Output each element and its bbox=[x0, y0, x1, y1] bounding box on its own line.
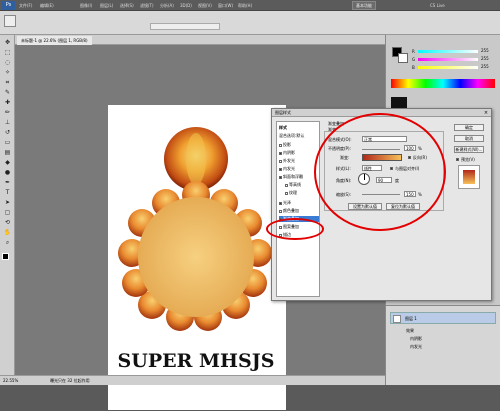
tools-panel: ✥ ⬚ ◌ ✧ ⌗ ✎ ✚ ✏ ⊥ ↺ ▭ ▤ ◆ ● ✒ T ➤ ▢ ⟲ ✋ … bbox=[0, 35, 15, 375]
checkbox[interactable] bbox=[279, 175, 282, 179]
zoom-level[interactable]: 22.55% bbox=[3, 378, 18, 383]
checkbox[interactable] bbox=[279, 159, 282, 163]
blue-value[interactable]: 255 bbox=[481, 64, 489, 69]
document-canvas[interactable]: SUPER MHSJS bbox=[108, 105, 286, 410]
cs-live-button[interactable]: CS Live bbox=[430, 1, 445, 10]
lasso-tool-icon[interactable]: ◌ bbox=[3, 59, 12, 67]
flower-shape bbox=[118, 181, 272, 331]
menu-edit[interactable]: 编辑(E) bbox=[40, 1, 54, 10]
gradient-tool-icon[interactable]: ▤ bbox=[3, 149, 12, 157]
menu-window[interactable]: 窗口(W) bbox=[218, 1, 233, 10]
status-bar: 22.55% 曝光只在 32 位起作用 bbox=[0, 375, 385, 385]
crop-tool-icon[interactable]: ⌗ bbox=[3, 79, 12, 87]
workspace-button[interactable]: 基本功能 bbox=[352, 1, 376, 10]
status-text: 曝光只在 32 位起作用 bbox=[50, 378, 90, 383]
canvas-artwork: SUPER MHSJS bbox=[118, 127, 275, 372]
hand-tool-icon[interactable]: ✋ bbox=[3, 229, 12, 237]
style-item-inner-glow[interactable]: 内发光 bbox=[279, 166, 319, 172]
3d-rotate-icon[interactable]: ⟲ bbox=[3, 219, 12, 227]
styles-header[interactable]: 样式 bbox=[279, 125, 319, 131]
foreground-color-swatch[interactable] bbox=[2, 253, 9, 260]
style-item-drop-shadow[interactable]: 投影 bbox=[279, 142, 319, 148]
red-slider[interactable] bbox=[418, 50, 478, 53]
style-list: 样式 混合选项:默认 投影 内阴影 外发光 内发光 斜面和浮雕 等高线 纹理 光… bbox=[276, 121, 320, 297]
zoom-tool-icon[interactable]: ⌕ bbox=[3, 239, 12, 247]
style-preview bbox=[458, 165, 480, 189]
document-tab-bar: 未标题-1 @ 22.6% (图层 1, RGB/8) bbox=[15, 35, 385, 45]
preview-checkbox[interactable] bbox=[456, 158, 459, 161]
checkbox[interactable] bbox=[279, 201, 282, 205]
photoshop-logo: Ps bbox=[2, 1, 15, 10]
ok-button[interactable]: 确定 bbox=[454, 124, 484, 131]
eyedropper-icon[interactable]: ✎ bbox=[3, 89, 12, 97]
checkbox[interactable] bbox=[279, 151, 282, 155]
style-item-color-overlay[interactable]: 颜色叠加 bbox=[279, 208, 319, 214]
close-icon[interactable]: × bbox=[483, 110, 489, 116]
menu-layer[interactable]: 图层(L) bbox=[100, 1, 113, 10]
effects-label: 效果 bbox=[406, 328, 414, 333]
style-item-outer-glow[interactable]: 外发光 bbox=[279, 158, 319, 164]
orb-highlight bbox=[186, 133, 206, 185]
cancel-button[interactable]: 取消 bbox=[454, 135, 484, 142]
menu-3d[interactable]: 3D(D) bbox=[180, 1, 192, 10]
options-bar bbox=[0, 11, 500, 35]
path-select-icon[interactable]: ➤ bbox=[3, 199, 12, 207]
layer-row[interactable]: 图层 1 bbox=[390, 312, 496, 324]
style-item-satin[interactable]: 光泽 bbox=[279, 200, 319, 206]
magic-wand-icon[interactable]: ✧ bbox=[3, 69, 12, 77]
dodge-tool-icon[interactable]: ● bbox=[3, 169, 12, 177]
green-slider[interactable] bbox=[418, 58, 478, 61]
pen-tool-icon[interactable]: ✒ bbox=[3, 179, 12, 187]
brush-tool-icon[interactable]: ✏ bbox=[3, 109, 12, 117]
menu-bar: Ps 文件(F) 编辑(E) 图像(I) 图层(L) 选择(S) 滤镜(T) 分… bbox=[0, 0, 500, 11]
healing-brush-icon[interactable]: ✚ bbox=[3, 99, 12, 107]
green-value[interactable]: 255 bbox=[481, 56, 489, 61]
stamp-tool-icon[interactable]: ⊥ bbox=[3, 119, 12, 127]
blue-slider[interactable] bbox=[418, 66, 478, 69]
layers-panel: 图层 1 效果 内阴影 内发光 bbox=[386, 305, 500, 385]
style-item-inner-shadow[interactable]: 内阴影 bbox=[279, 150, 319, 156]
layer-name: 图层 1 bbox=[405, 316, 417, 321]
menu-image[interactable]: 图像(I) bbox=[80, 1, 92, 10]
checkbox[interactable] bbox=[279, 209, 282, 213]
checkbox[interactable] bbox=[285, 191, 288, 195]
options-field[interactable] bbox=[150, 23, 220, 30]
color-panel-background[interactable] bbox=[398, 53, 408, 63]
eraser-tool-icon[interactable]: ▭ bbox=[3, 139, 12, 147]
menu-filter[interactable]: 滤镜(T) bbox=[140, 1, 154, 10]
shape-tool-icon[interactable]: ▢ bbox=[3, 209, 12, 217]
type-tool-icon[interactable]: T bbox=[3, 189, 12, 197]
checkbox[interactable] bbox=[285, 183, 288, 187]
history-brush-icon[interactable]: ↺ bbox=[3, 129, 12, 137]
new-style-button[interactable]: 新建样式(W)... bbox=[454, 146, 484, 153]
menu-file[interactable]: 文件(F) bbox=[19, 1, 32, 10]
menu-view[interactable]: 视图(V) bbox=[198, 1, 212, 10]
preview-label: 预览(V) bbox=[461, 157, 475, 162]
canvas-text: SUPER MHSJS bbox=[118, 350, 275, 372]
color-ramp[interactable] bbox=[391, 79, 495, 88]
marquee-tool-icon[interactable]: ⬚ bbox=[3, 49, 12, 57]
move-tool-icon[interactable]: ✥ bbox=[3, 39, 12, 47]
annotation-oval-settings bbox=[314, 113, 446, 231]
annotation-oval-gradient-overlay bbox=[266, 218, 324, 240]
effect-item-2[interactable]: 内发光 bbox=[410, 344, 422, 350]
menu-select[interactable]: 选择(S) bbox=[120, 1, 134, 10]
red-value[interactable]: 255 bbox=[481, 48, 489, 53]
menu-help[interactable]: 帮助(H) bbox=[238, 1, 252, 10]
style-item-bevel-emboss[interactable]: 斜面和浮雕 bbox=[279, 174, 319, 180]
checkbox[interactable] bbox=[279, 167, 282, 171]
effect-item-1[interactable]: 内阴影 bbox=[410, 336, 422, 342]
blur-tool-icon[interactable]: ◆ bbox=[3, 159, 12, 167]
layer-thumbnail bbox=[393, 315, 401, 323]
checkbox[interactable] bbox=[279, 143, 282, 147]
document-tab[interactable]: 未标题-1 @ 22.6% (图层 1, RGB/8) bbox=[17, 36, 92, 45]
tool-preset-icon[interactable] bbox=[4, 15, 16, 27]
blend-options-item[interactable]: 混合选项:默认 bbox=[279, 133, 319, 139]
menu-analysis[interactable]: 分析(A) bbox=[160, 1, 174, 10]
